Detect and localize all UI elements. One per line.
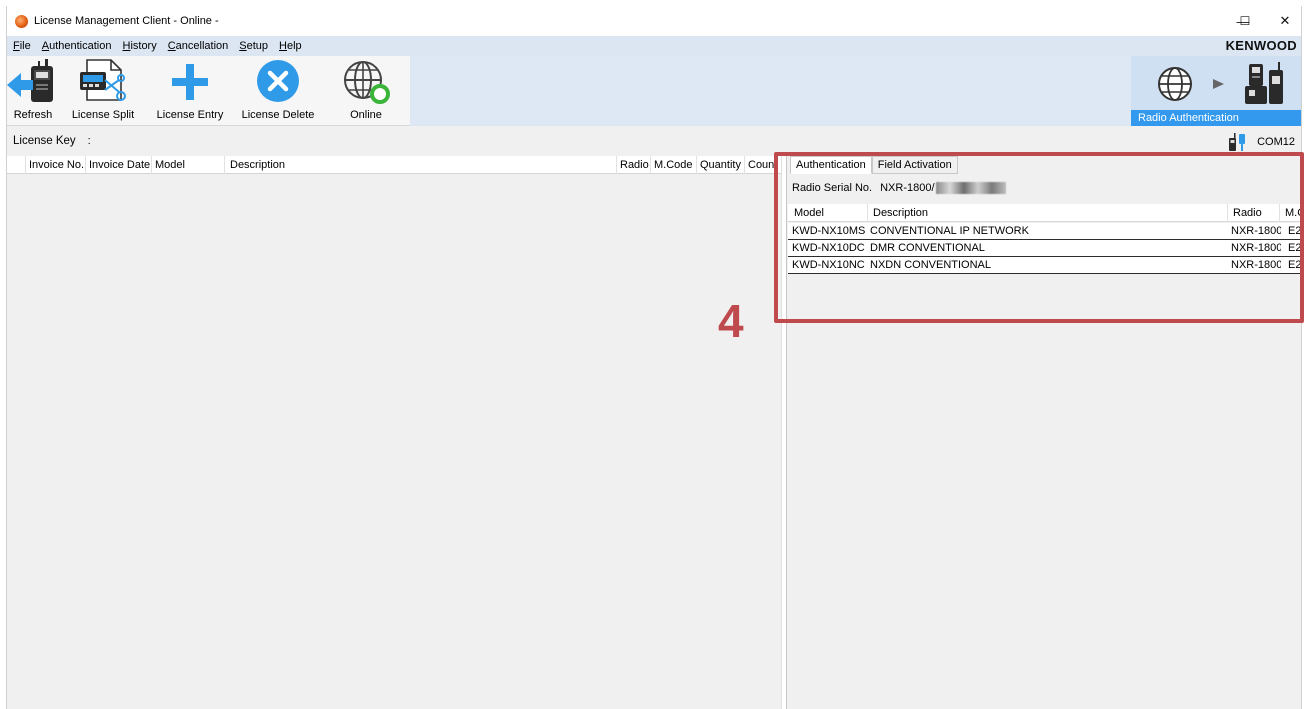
license-entry-button[interactable]: License Entry — [157, 56, 223, 126]
license-list-header: Invoice No. Invoice Date Model Descripti… — [7, 156, 781, 174]
column-quantity[interactable]: Quantity — [696, 156, 744, 174]
column-selector[interactable] — [7, 156, 25, 174]
menu-file[interactable]: File — [7, 40, 36, 52]
highlight-box — [774, 152, 1304, 323]
plus-icon — [157, 56, 223, 106]
license-delete-label: License Delete — [241, 109, 315, 121]
toolbar: Refresh License Split License Entry Lice… — [7, 56, 410, 126]
radio-authentication-button[interactable]: Radio Authentication — [1131, 56, 1301, 126]
column-invoice-date[interactable]: Invoice Date — [85, 156, 151, 174]
column-invoice-no[interactable]: Invoice No. — [25, 156, 85, 174]
menu-authentication[interactable]: Authentication — [36, 40, 117, 52]
close-button[interactable]: ✕ — [1265, 6, 1301, 36]
globe-to-radio-icon — [1158, 62, 1283, 104]
license-delete-button[interactable]: License Delete — [241, 56, 315, 126]
title-bar: License Management Client - Online - — — [7, 6, 1301, 36]
com-port-label: COM12 — [1257, 136, 1295, 148]
window-title: License Management Client - Online - — [34, 15, 219, 27]
online-button[interactable]: Online — [333, 56, 399, 126]
refresh-radio-icon — [7, 56, 61, 106]
maximize-button[interactable]: ☐ — [1225, 6, 1265, 36]
column-m-code[interactable]: M.Code — [650, 156, 696, 174]
radio-authentication-label: Radio Authentication — [1131, 110, 1301, 126]
license-key-label: License Key — [13, 135, 76, 147]
toolbar-filler — [410, 56, 1135, 126]
menu-cancellation[interactable]: Cancellation — [162, 40, 234, 52]
brand-logo: KENWOOD — [1225, 38, 1297, 53]
refresh-button[interactable]: Refresh — [7, 56, 61, 126]
connection-status: COM12 — [1227, 132, 1295, 152]
column-radio[interactable]: Radio — [616, 156, 650, 174]
menu-bar: File Authentication History Cancellation… — [7, 36, 1301, 56]
column-model[interactable]: Model — [151, 156, 224, 174]
license-entry-label: License Entry — [156, 109, 224, 121]
app-window: License Management Client - Online - — ☐… — [6, 6, 1302, 709]
license-split-label: License Split — [71, 109, 135, 121]
license-key-separator: : — [87, 135, 91, 147]
license-list[interactable]: Invoice No. Invoice Date Model Descripti… — [7, 156, 781, 709]
menu-history[interactable]: History — [116, 40, 161, 52]
app-logo-icon — [15, 14, 28, 28]
menu-setup[interactable]: Setup — [233, 40, 273, 52]
license-key-row: License Key : COM12 — [7, 130, 1301, 152]
license-split-icon — [71, 56, 135, 106]
callout-number: 4 — [718, 295, 744, 347]
menu-help[interactable]: Help — [273, 40, 307, 52]
radio-connection-icon — [1229, 133, 1246, 151]
refresh-label: Refresh — [13, 109, 53, 121]
online-label: Online — [350, 109, 382, 121]
delete-x-icon — [243, 56, 313, 106]
globe-online-icon — [333, 56, 399, 106]
column-description[interactable]: Description — [224, 156, 616, 174]
license-split-button[interactable]: License Split — [71, 56, 135, 126]
